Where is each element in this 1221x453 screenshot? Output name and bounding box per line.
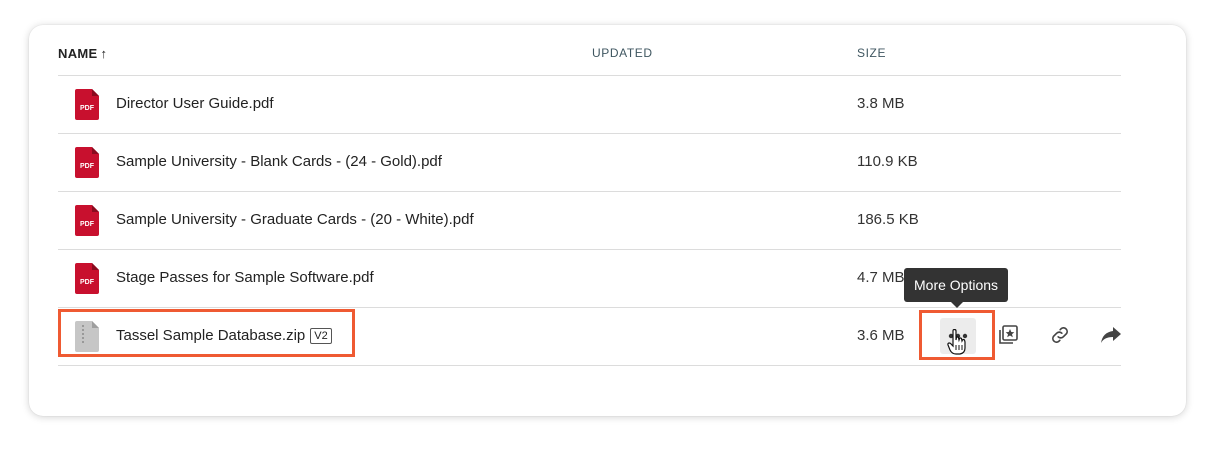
table-header: NAME ↑ UPDATED SIZE [58,25,1121,76]
column-updated-header[interactable]: UPDATED [592,46,653,60]
add-to-collection-button[interactable] [991,318,1025,352]
svg-text:PDF: PDF [80,279,95,286]
copy-link-button[interactable] [1043,318,1077,352]
column-name-label: NAME [58,46,98,61]
link-icon [1052,327,1068,343]
pdf-file-icon: PDF [75,89,99,120]
arrow-up-icon: ↑ [100,46,108,61]
table-row[interactable]: PDF Sample University - Blank Cards - (2… [58,134,1121,192]
file-name[interactable]: Stage Passes for Sample Software.pdf [116,269,374,286]
svg-text:PDF: PDF [80,105,95,112]
table-row[interactable]: PDF Sample University - Graduate Cards -… [58,192,1121,250]
table-row[interactable]: PDF Director User Guide.pdf 3.8 MB [58,76,1121,134]
file-size: 186.5 KB [857,211,919,228]
file-size: 4.7 MB [857,269,905,286]
pdf-file-icon: PDF [75,147,99,178]
svg-text:PDF: PDF [80,163,95,170]
file-size: 3.6 MB [857,327,905,344]
pdf-file-icon: PDF [75,263,99,294]
file-name[interactable]: Sample University - Graduate Cards - (20… [116,211,474,228]
file-name[interactable]: Director User Guide.pdf [116,95,274,112]
highlight-box-file-name [58,309,355,357]
add-to-collection-icon [999,325,1018,344]
svg-text:PDF: PDF [80,221,95,228]
pdf-file-icon: PDF [75,205,99,236]
column-size-header[interactable]: SIZE [857,46,886,60]
file-size: 3.8 MB [857,95,905,112]
more-options-tooltip: More Options [904,268,1009,308]
file-name[interactable]: Sample University - Blank Cards - (24 - … [116,153,442,170]
share-icon [1101,327,1121,343]
share-button[interactable] [1094,318,1128,352]
column-name-header[interactable]: NAME ↑ [58,46,107,61]
file-size: 110.9 KB [857,153,918,170]
hand-cursor-icon [947,329,966,355]
